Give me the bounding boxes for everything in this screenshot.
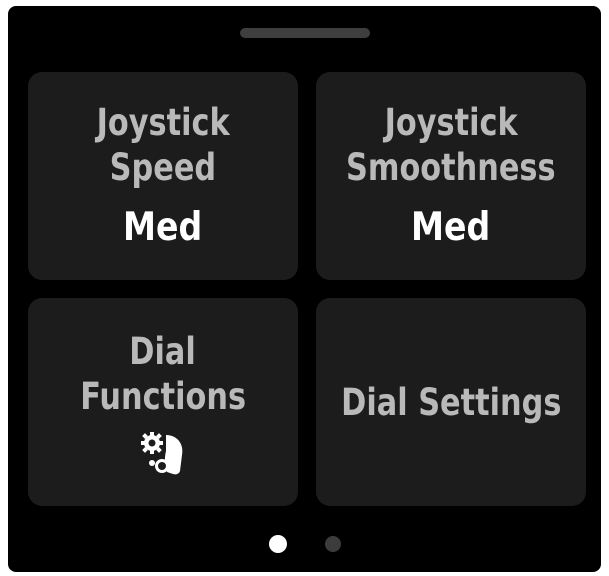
page-dot-inactive[interactable] [324,536,341,552]
dial-functions-tile[interactable]: Dial Functions [28,298,298,506]
page-indicator [8,534,601,554]
joystick-speed-value: Med [123,205,203,250]
dial-settings-title: Dial Settings [340,380,562,424]
dial-functions-icon [141,432,183,475]
drag-handle[interactable] [240,28,370,38]
watch-screen: Joystick Speed Med Joystick Smoothness M… [8,6,601,572]
joystick-smoothness-value: Med [411,205,491,250]
joystick-speed-title-line2: Speed [109,146,217,189]
joystick-smoothness-title-line2: Smoothness [346,146,556,189]
dial-functions-title-line2: Functions [80,375,246,418]
joystick-speed-title-line1: Joystick [96,101,230,144]
joystick-smoothness-tile[interactable]: Joystick Smoothness Med [316,72,586,280]
dial-functions-title-line1: Dial [129,330,197,373]
dial-settings-tile[interactable]: Dial Settings [316,298,586,506]
page-dot-active[interactable] [268,535,287,553]
joystick-smoothness-title-line1: Joystick [384,101,518,144]
joystick-speed-tile[interactable]: Joystick Speed Med [28,72,298,280]
